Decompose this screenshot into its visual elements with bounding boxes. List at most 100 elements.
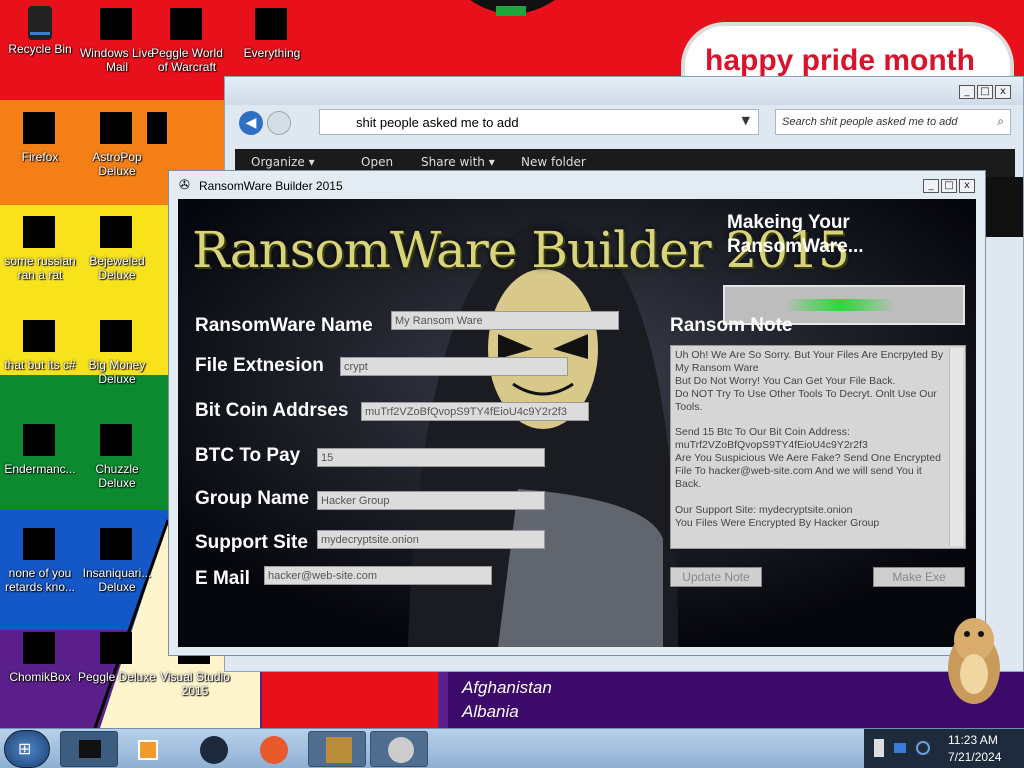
desktop-icon-label: Bejeweled Deluxe <box>89 254 145 282</box>
terminal-icon <box>23 424 57 458</box>
desktop-icon-none-of-you[interactable]: none of you retards kno... <box>0 528 80 594</box>
desktop-icon-astropop[interactable]: AstroPop Deluxe <box>77 112 157 178</box>
ransom-note-line: Send 15 Btc To Our Bit Coin Address: <box>675 426 850 439</box>
new-folder-button[interactable]: New folder <box>521 155 586 169</box>
firefox-icon <box>23 112 57 146</box>
desktop-icon-windows-live-mail[interactable]: Windows Live Mail <box>77 8 157 74</box>
minimize-icon[interactable]: _ <box>959 85 975 99</box>
support-site-input[interactable]: mydecryptsite.onion <box>317 530 545 549</box>
build-status-text: Makeing Your RansomWare... <box>727 212 864 257</box>
money-bag-icon <box>100 320 134 354</box>
desktop-icon-label: Recycle Bin <box>8 42 72 56</box>
make-exe-button[interactable]: Make Exe <box>873 567 965 587</box>
desktop-icon-everything[interactable]: Everything <box>232 8 312 60</box>
desktop-icon-label: Visual Studio 2015 <box>160 670 230 698</box>
support-site-label: Support Site <box>195 532 308 553</box>
open-button[interactable]: Open <box>361 155 393 169</box>
list-item[interactable]: Albania <box>462 702 519 722</box>
desktop-icon-peggle-wow[interactable]: Peggle World of Warcraft <box>147 8 227 74</box>
desktop-icon-label: some russian ran a rat <box>4 254 76 282</box>
file-extension-label: File Extnesion <box>195 355 324 376</box>
btc-amount-input[interactable]: 15 <box>317 448 545 467</box>
ie-icon <box>23 216 57 250</box>
btc-address-label: Bit Coin Addrses <box>195 400 349 421</box>
bejeweled-icon <box>100 216 134 250</box>
clock-time[interactable]: 11:23 AM <box>948 733 998 747</box>
file-extension-input[interactable]: crypt <box>340 357 568 376</box>
taskbar-item-chomikbox[interactable] <box>308 731 366 767</box>
desktop-icon-label: Peggle World of Warcraft <box>151 46 223 74</box>
desktop-icon-peggle-nights[interactable] <box>147 112 167 150</box>
forward-arrow-icon[interactable] <box>267 111 291 135</box>
taskbar-item-explorer[interactable] <box>60 731 118 767</box>
ransom-note-line: Tools. <box>675 400 703 413</box>
ransomware-name-input[interactable]: My Ransom Ware <box>391 311 619 330</box>
network-icon[interactable] <box>894 743 906 753</box>
progress-bar-fill <box>785 299 895 311</box>
ransomware-name-label: RansomWare Name <box>195 315 373 336</box>
desktop-icon-recycle-bin[interactable]: Recycle Bin <box>0 4 80 56</box>
ransomware-titlebar[interactable]: ✇ RansomWare Builder 2015 _ □ x <box>169 171 985 199</box>
explorer-titlebar[interactable]: _ □ x <box>225 77 1023 105</box>
desktop-icon-label: that but its c# <box>4 358 76 372</box>
maximize-icon[interactable]: □ <box>977 85 993 99</box>
email-input[interactable]: hacker@web-site.com <box>264 566 492 585</box>
list-item[interactable]: Afghanistan <box>462 678 552 698</box>
ransomware-builder-window[interactable]: ✇ RansomWare Builder 2015 _ □ x RansomWa… <box>168 170 986 656</box>
window-title: RansomWare Builder 2015 <box>199 179 343 193</box>
mask-icon <box>388 737 414 763</box>
ransom-note-line: Uh Oh! We Are So Sorry. But Your Files A… <box>675 349 944 361</box>
ransom-note-line: Our Support Site: mydecryptsite.onion <box>675 503 853 516</box>
app-icon: ✇ <box>179 178 190 193</box>
desktop-icon-label: none of you retards kno... <box>4 566 76 594</box>
desktop-icon-chuzzle[interactable]: Chuzzle Deluxe <box>77 424 157 490</box>
desktop-icon-label: Endermanc... <box>4 462 76 476</box>
desktop-icon-insaniquarium[interactable]: Insaniquari... Deluxe <box>77 528 157 594</box>
chomikbox-icon <box>326 737 352 763</box>
close-icon[interactable]: x <box>959 179 975 193</box>
dropdown-icon[interactable]: ▼ <box>742 114 750 127</box>
taskbar-item-firefox[interactable] <box>244 731 302 767</box>
minimize-icon[interactable]: _ <box>923 179 939 193</box>
maximize-icon[interactable]: □ <box>941 179 957 193</box>
clock-date[interactable]: 7/21/2024 <box>948 750 1001 764</box>
mail-icon <box>100 8 134 42</box>
usb-icon[interactable] <box>874 739 884 757</box>
search-icon[interactable]: ⌕ <box>997 114 1004 129</box>
address-bar[interactable]: shit people asked me to add ▼ <box>319 109 759 135</box>
ransomware-content: RansomWare Builder 2015 Makeing Your Ran… <box>178 199 976 647</box>
desktop-icon-bejeweled[interactable]: Bejeweled Deluxe <box>77 216 157 282</box>
update-note-button[interactable]: Update Note <box>670 567 762 587</box>
desktop-icon-label: Windows Live Mail <box>79 46 155 74</box>
ransom-note-label: Ransom Note <box>670 315 793 336</box>
fish-icon <box>100 528 134 562</box>
search-box[interactable]: Search shit people asked me to add ⌕ <box>775 109 1011 135</box>
desktop-icon-csharp[interactable]: that but its c# <box>0 320 80 372</box>
desktop-icon-peggle-deluxe[interactable]: Peggle Deluxe <box>77 632 157 684</box>
desktop-icon-chomikbox[interactable]: ChomikBox <box>0 632 80 684</box>
peggle-nights-icon <box>147 112 167 146</box>
ransom-note-line: File To hacker@web-site.com And we will … <box>675 465 922 478</box>
back-arrow-icon[interactable]: ◀ <box>239 111 263 135</box>
ransom-note-textarea[interactable]: Uh Oh! We Are So Sorry. But Your Files A… <box>670 345 966 549</box>
scrollbar[interactable] <box>949 348 963 546</box>
start-button[interactable]: ⊞ <box>4 730 50 768</box>
group-name-input[interactable]: Hacker Group <box>317 491 545 510</box>
recycle-bin-icon <box>23 4 57 40</box>
organize-button[interactable]: Organize ▾ <box>251 155 315 169</box>
ransom-note-line: Are You Suspicious We Aere Fake? Send On… <box>675 452 941 465</box>
volume-icon[interactable] <box>916 741 930 755</box>
desktop-icon-big-money[interactable]: Big Money Deluxe <box>77 320 157 386</box>
taskbar-item-media-player[interactable] <box>120 731 178 767</box>
desktop-icon-label: ChomikBox <box>9 670 71 684</box>
btc-address-input[interactable]: muTrf2VZoBfQvopS9TY4fEioU4c9Y2r2f3 <box>361 402 589 421</box>
share-with-button[interactable]: Share with ▾ <box>421 155 495 169</box>
taskbar-item-ransomware[interactable] <box>370 731 428 767</box>
taskbar-item-globe[interactable] <box>184 731 242 767</box>
desktop-icon-russian-rat[interactable]: some russian ran a rat <box>0 216 80 282</box>
chomikbox-icon <box>23 632 57 666</box>
desktop-icon-endermanch[interactable]: Endermanc... <box>0 424 80 476</box>
close-icon[interactable]: x <box>995 85 1011 99</box>
desktop-icon-firefox[interactable]: Firefox <box>0 112 80 164</box>
chuzzle-icon <box>100 424 134 458</box>
